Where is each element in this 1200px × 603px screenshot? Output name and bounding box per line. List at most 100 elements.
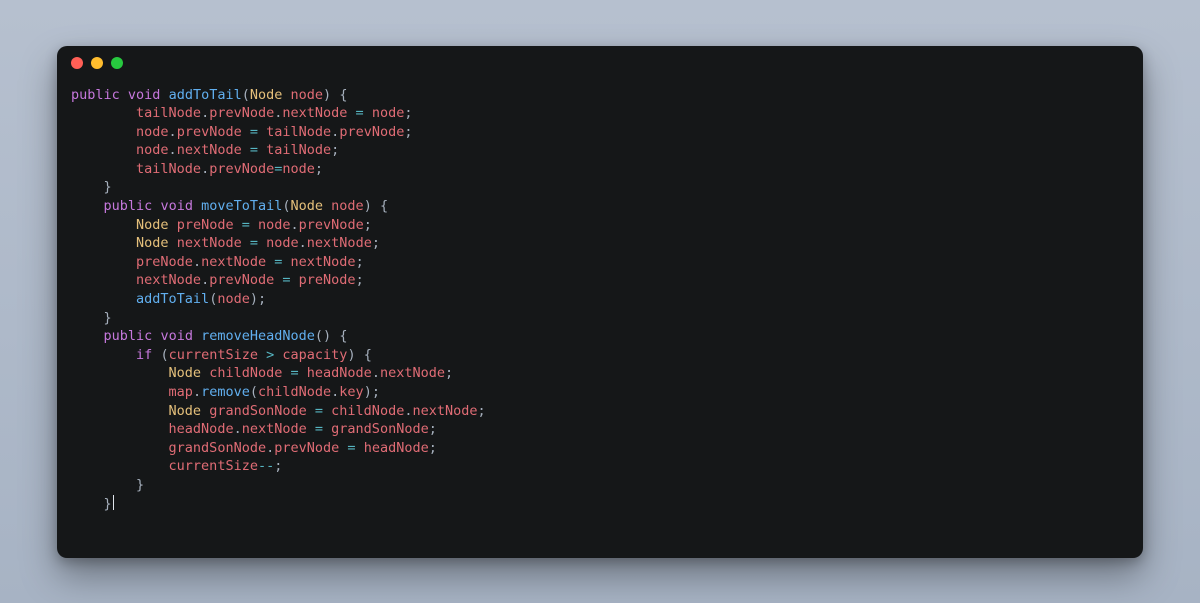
code-token: ; xyxy=(404,124,412,140)
code-token: node xyxy=(136,142,169,158)
code-token: currentSize xyxy=(169,458,258,474)
code-token: void xyxy=(160,198,193,214)
code-token: = xyxy=(356,105,364,121)
code-token: node xyxy=(282,161,315,177)
code-token: = xyxy=(291,365,299,381)
code-token: { xyxy=(380,198,388,214)
code-token: moveToTail xyxy=(201,198,282,214)
code-window: public void addToTail(Node node) { tailN… xyxy=(57,46,1143,558)
code-token: -- xyxy=(258,458,274,474)
code-token: headNode xyxy=(169,421,234,437)
code-line: Node grandSonNode = childNode.nextNode; xyxy=(71,403,486,419)
code-token: ) xyxy=(250,291,258,307)
code-token: public xyxy=(71,87,120,103)
code-token: } xyxy=(104,179,112,195)
code-line: Node childNode = headNode.nextNode; xyxy=(71,365,453,381)
code-token: ; xyxy=(372,384,380,400)
code-token: ( xyxy=(282,198,290,214)
code-line: addToTail(node); xyxy=(71,291,266,307)
code-line: } xyxy=(71,496,114,512)
code-line: map.remove(childNode.key); xyxy=(71,384,380,400)
close-icon[interactable] xyxy=(71,57,83,69)
code-token: addToTail xyxy=(136,291,209,307)
code-token: prevNode xyxy=(299,217,364,233)
code-token: prevNode xyxy=(209,272,274,288)
code-token: ( xyxy=(160,347,168,363)
code-token: ; xyxy=(404,105,412,121)
code-token: node xyxy=(331,198,364,214)
code-token: key xyxy=(339,384,363,400)
code-token: prevNode xyxy=(339,124,404,140)
code-token: if xyxy=(136,347,152,363)
code-token: headNode xyxy=(307,365,372,381)
code-line: if (currentSize > capacity) { xyxy=(71,347,372,363)
code-token: preNode xyxy=(136,254,193,270)
code-line: public void removeHeadNode() { xyxy=(71,328,347,344)
code-token: ; xyxy=(445,365,453,381)
window-titlebar xyxy=(57,46,1143,80)
code-token: ; xyxy=(274,458,282,474)
code-token: ( xyxy=(242,87,250,103)
maximize-icon[interactable] xyxy=(111,57,123,69)
code-token: nextNode xyxy=(307,235,372,251)
code-line: headNode.nextNode = grandSonNode; xyxy=(71,421,437,437)
code-token: ; xyxy=(364,217,372,233)
code-token: } xyxy=(104,496,112,512)
code-token: ) xyxy=(323,328,331,344)
code-editor[interactable]: public void addToTail(Node node) { tailN… xyxy=(57,80,1143,558)
code-token: = xyxy=(315,421,323,437)
code-token: preNode xyxy=(299,272,356,288)
code-token: . xyxy=(234,421,242,437)
code-token: Node xyxy=(291,198,324,214)
code-token: tailNode xyxy=(136,161,201,177)
code-token: { xyxy=(364,347,372,363)
code-line: node.prevNode = tailNode.prevNode; xyxy=(71,124,412,140)
code-token: { xyxy=(339,328,347,344)
code-line: node.nextNode = tailNode; xyxy=(71,142,339,158)
code-token: nextNode xyxy=(380,365,445,381)
code-token: = xyxy=(242,217,250,233)
code-token: node xyxy=(258,217,291,233)
code-line: public void moveToTail(Node node) { xyxy=(71,198,388,214)
code-line: Node nextNode = node.nextNode; xyxy=(71,235,380,251)
code-token: . xyxy=(291,217,299,233)
text-cursor xyxy=(113,495,114,510)
code-token: ; xyxy=(258,291,266,307)
code-token: node xyxy=(136,124,169,140)
code-token: { xyxy=(339,87,347,103)
code-token: . xyxy=(201,105,209,121)
code-token: childNode xyxy=(258,384,331,400)
code-token: public xyxy=(104,328,153,344)
code-token: capacity xyxy=(282,347,347,363)
code-token: grandSonNode xyxy=(331,421,429,437)
code-token: ; xyxy=(356,254,364,270)
code-token: = xyxy=(250,235,258,251)
code-token: nextNode xyxy=(177,142,242,158)
minimize-icon[interactable] xyxy=(91,57,103,69)
code-token: ) xyxy=(323,87,331,103)
code-token: . xyxy=(372,365,380,381)
code-token: . xyxy=(193,254,201,270)
code-token: = xyxy=(282,272,290,288)
code-token: void xyxy=(160,328,193,344)
code-token: ; xyxy=(429,421,437,437)
code-token: ; xyxy=(331,142,339,158)
code-token: > xyxy=(266,347,274,363)
code-token: tailNode xyxy=(136,105,201,121)
code-token: } xyxy=(104,310,112,326)
code-token: ; xyxy=(429,440,437,456)
code-token: nextNode xyxy=(201,254,266,270)
code-token: . xyxy=(201,161,209,177)
code-token: Node xyxy=(169,365,202,381)
code-token: nextNode xyxy=(177,235,242,251)
code-token: nextNode xyxy=(242,421,307,437)
code-token: prevNode xyxy=(209,105,274,121)
code-token: grandSonNode xyxy=(209,403,307,419)
code-token: = xyxy=(274,254,282,270)
code-line: } xyxy=(71,179,112,195)
code-token: ( xyxy=(315,328,323,344)
code-token: void xyxy=(128,87,161,103)
code-token: Node xyxy=(169,403,202,419)
code-token: = xyxy=(250,124,258,140)
code-token: ) xyxy=(364,198,372,214)
